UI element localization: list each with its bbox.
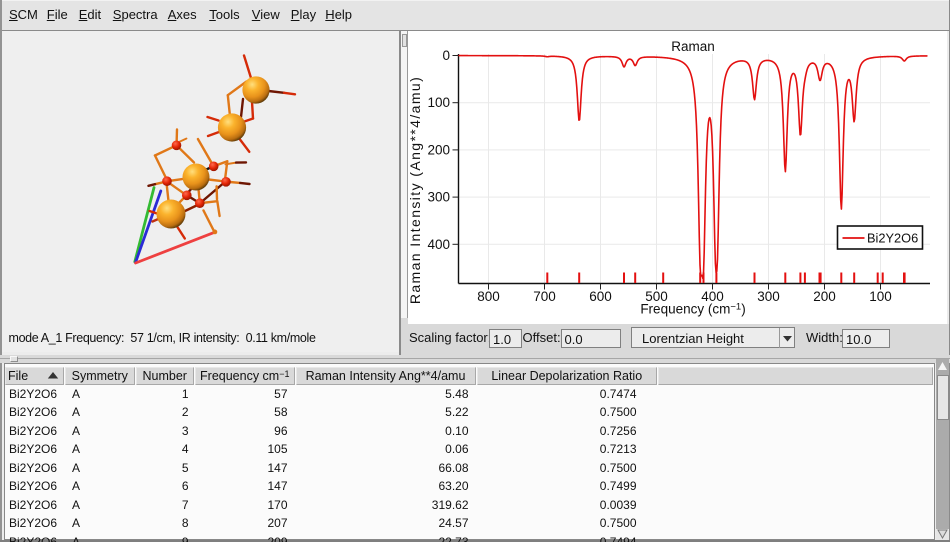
svg-text:800: 800 bbox=[477, 289, 500, 304]
svg-text:0: 0 bbox=[442, 48, 450, 63]
svg-text:200: 200 bbox=[427, 142, 450, 157]
svg-text:300: 300 bbox=[427, 190, 450, 205]
svg-text:200: 200 bbox=[813, 289, 836, 304]
svg-text:300: 300 bbox=[757, 289, 780, 304]
svg-text:100: 100 bbox=[427, 95, 450, 110]
svg-text:100: 100 bbox=[869, 289, 892, 304]
svg-text:600: 600 bbox=[589, 289, 612, 304]
svg-text:700: 700 bbox=[533, 289, 556, 304]
svg-text:Raman: Raman bbox=[671, 39, 715, 54]
svg-text:400: 400 bbox=[427, 237, 450, 252]
svg-text:Frequency (cm−1): Frequency (cm−1) bbox=[640, 302, 745, 317]
svg-text:Raman Intensity (Ang**4/amu): Raman Intensity (Ang**4/amu) bbox=[407, 76, 423, 304]
svg-text:Bi2Y2O6: Bi2Y2O6 bbox=[867, 231, 918, 246]
